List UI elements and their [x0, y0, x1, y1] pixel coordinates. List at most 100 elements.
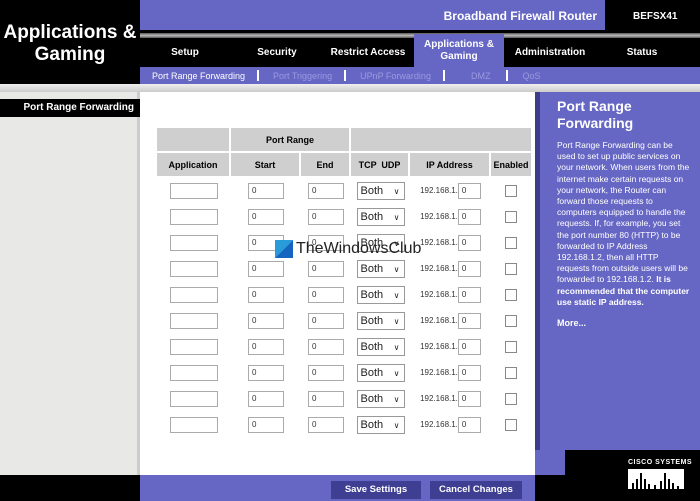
more-link[interactable]: More...: [557, 318, 692, 328]
protocol-value: Both: [360, 419, 384, 431]
start-port-input[interactable]: 0: [248, 417, 284, 433]
ip-prefix: 192.168.1.: [420, 316, 458, 326]
application-input[interactable]: [170, 417, 218, 433]
end-port-input[interactable]: 0: [308, 391, 344, 407]
end-port-input[interactable]: 0: [308, 417, 344, 433]
ip-prefix: 192.168.1.: [420, 420, 458, 430]
col-end: End: [301, 153, 351, 178]
enabled-checkbox[interactable]: [505, 185, 517, 197]
chevron-down-icon: ∨: [393, 317, 400, 326]
tab-setup[interactable]: Setup: [140, 38, 230, 67]
ip-last-octet-input[interactable]: 0: [457, 313, 481, 329]
enabled-checkbox[interactable]: [505, 367, 517, 379]
start-port-input[interactable]: 0: [248, 287, 284, 303]
ip-last-octet-input[interactable]: 0: [457, 287, 481, 303]
subtab-qos[interactable]: QoS: [522, 71, 540, 81]
ip-prefix: 192.168.1.: [420, 212, 458, 222]
protocol-select[interactable]: Both ∨: [356, 364, 405, 382]
ip-prefix: 192.168.1.: [420, 238, 458, 248]
end-port-input[interactable]: 0: [308, 209, 344, 225]
protocol-value: Both: [360, 211, 384, 223]
enabled-checkbox[interactable]: [505, 263, 517, 275]
start-port-input[interactable]: 0: [248, 365, 284, 381]
end-port-input[interactable]: 0: [308, 183, 344, 199]
subtab-dmz[interactable]: DMZ: [471, 71, 491, 81]
subtab-upnp-forwarding[interactable]: UPnP Forwarding: [360, 71, 431, 81]
end-port-input[interactable]: 0: [308, 287, 344, 303]
start-port-input[interactable]: 0: [248, 183, 284, 199]
cancel-changes-button[interactable]: Cancel Changes: [430, 481, 522, 499]
application-input[interactable]: [170, 209, 218, 225]
tab-applications-gaming[interactable]: Applications & Gaming: [414, 34, 504, 67]
ip-last-octet-input[interactable]: 0: [457, 183, 481, 199]
ip-prefix: 192.168.1.: [420, 394, 458, 404]
ip-last-octet-input[interactable]: 0: [457, 339, 481, 355]
help-panel: Port Range Forwarding Port Range Forward…: [535, 92, 700, 475]
application-input[interactable]: [170, 365, 218, 381]
start-port-input[interactable]: 0: [248, 391, 284, 407]
brand-corner: [535, 450, 565, 475]
table-row: 0 0 Both ∨ 192.168.1. 0: [157, 308, 531, 334]
protocol-select[interactable]: Both ∨: [356, 182, 405, 200]
end-port-input[interactable]: 0: [308, 261, 344, 277]
save-settings-button[interactable]: Save Settings: [331, 481, 421, 499]
model-name: BEFSX41: [605, 0, 700, 30]
col-enabled: Enabled: [491, 153, 531, 178]
end-port-input[interactable]: 0: [308, 313, 344, 329]
ip-last-octet-input[interactable]: 0: [457, 209, 481, 225]
application-input[interactable]: [170, 391, 218, 407]
tab-restrict-access[interactable]: Restrict Access: [324, 38, 412, 67]
application-input[interactable]: [170, 235, 218, 251]
enabled-checkbox[interactable]: [505, 341, 517, 353]
protocol-value: Both: [360, 367, 384, 379]
protocol-select[interactable]: Both ∨: [356, 416, 405, 434]
ip-last-octet-input[interactable]: 0: [457, 417, 481, 433]
help-body: Port Range Forwarding can be used to set…: [557, 140, 690, 285]
section-title: Applications & Gaming: [0, 0, 140, 84]
subtab-port-triggering[interactable]: Port Triggering: [273, 71, 332, 81]
table-row: 0 0 Both ∨ 192.168.1. 0: [157, 360, 531, 386]
tab-administration[interactable]: Administration: [505, 38, 595, 67]
end-port-input[interactable]: 0: [308, 339, 344, 355]
start-port-input[interactable]: 0: [248, 261, 284, 277]
subtab-port-range-forwarding[interactable]: Port Range Forwarding: [152, 71, 245, 81]
tab-status[interactable]: Status: [597, 38, 687, 67]
start-port-input[interactable]: 0: [248, 209, 284, 225]
table-row: 0 0 Both ∨ 192.168.1. 0: [157, 412, 531, 438]
watermark-text: TheWindowsClub: [296, 240, 422, 257]
ip-last-octet-input[interactable]: 0: [457, 261, 481, 277]
tab-security[interactable]: Security: [232, 38, 322, 67]
start-port-input[interactable]: 0: [248, 313, 284, 329]
enabled-checkbox[interactable]: [505, 211, 517, 223]
application-input[interactable]: [170, 287, 218, 303]
table-row: 0 0 Both ∨ 192.168.1. 0: [157, 178, 531, 204]
application-input[interactable]: [170, 183, 218, 199]
table-row: 0 0 Both ∨ 192.168.1. 0: [157, 386, 531, 412]
application-input[interactable]: [170, 313, 218, 329]
protocol-select[interactable]: Both ∨: [356, 390, 405, 408]
protocol-select[interactable]: Both ∨: [356, 286, 405, 304]
enabled-checkbox[interactable]: [505, 237, 517, 249]
application-input[interactable]: [170, 261, 218, 277]
application-input[interactable]: [170, 339, 218, 355]
enabled-checkbox[interactable]: [505, 315, 517, 327]
ip-last-octet-input[interactable]: 0: [457, 365, 481, 381]
protocol-select[interactable]: Both ∨: [356, 208, 405, 226]
enabled-checkbox[interactable]: [505, 393, 517, 405]
chevron-down-icon: ∨: [393, 395, 400, 404]
group-header: Port Range: [231, 128, 351, 153]
start-port-input[interactable]: 0: [248, 339, 284, 355]
protocol-value: Both: [360, 185, 384, 197]
protocol-select[interactable]: Both ∨: [356, 338, 405, 356]
protocol-select[interactable]: Both ∨: [356, 312, 405, 330]
enabled-checkbox[interactable]: [505, 289, 517, 301]
ip-last-octet-input[interactable]: 0: [457, 391, 481, 407]
enabled-checkbox[interactable]: [505, 419, 517, 431]
col-protocol: TCP UDP: [351, 153, 410, 178]
end-port-input[interactable]: 0: [308, 365, 344, 381]
protocol-value: Both: [360, 393, 384, 405]
ip-last-octet-input[interactable]: 0: [457, 235, 481, 251]
ip-prefix: 192.168.1.: [420, 264, 458, 274]
ip-prefix: 192.168.1.: [420, 186, 458, 196]
protocol-select[interactable]: Both ∨: [356, 260, 405, 278]
